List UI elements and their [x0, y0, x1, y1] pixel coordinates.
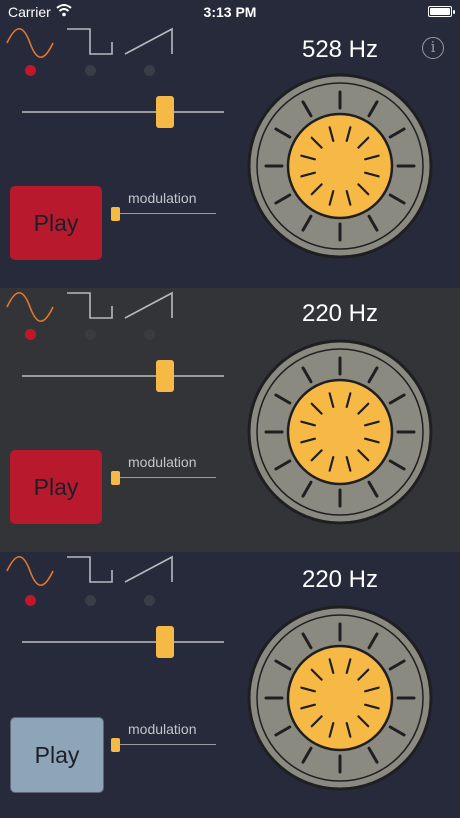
modulation-slider-track[interactable]	[112, 213, 216, 214]
frequency-slider-thumb[interactable]	[156, 626, 174, 658]
modulation-slider-thumb[interactable]	[111, 207, 120, 221]
square-select-dot[interactable]	[85, 65, 96, 76]
modulation-slider-track[interactable]	[112, 477, 216, 478]
frequency-slider-thumb[interactable]	[156, 96, 174, 128]
frequency-slider-track[interactable]	[22, 111, 224, 113]
modulation-slider-thumb[interactable]	[111, 471, 120, 485]
frequency-readout: 528 Hz	[301, 36, 379, 63]
status-bar: Carrier 3:13 PM	[0, 0, 460, 24]
frequency-knob[interactable]	[246, 338, 434, 531]
modulation-label: modulation	[128, 454, 197, 470]
sawtooth-select-dot[interactable]	[144, 329, 155, 340]
sine-wave-icon[interactable]	[6, 291, 54, 323]
frequency-slider-track[interactable]	[22, 641, 224, 643]
modulation-slider-thumb[interactable]	[111, 738, 120, 752]
square-select-dot[interactable]	[85, 329, 96, 340]
square-wave-icon[interactable]	[67, 556, 113, 583]
modulation-label: modulation	[128, 721, 197, 737]
battery-icon	[428, 6, 455, 17]
oscillator-panel-3: Play modulation 220 Hz	[0, 552, 460, 818]
play-button[interactable]: Play	[10, 450, 102, 524]
sine-wave-icon[interactable]	[6, 27, 54, 59]
frequency-slider-track[interactable]	[22, 375, 224, 377]
clock: 3:13 PM	[203, 4, 257, 20]
sine-select-dot[interactable]	[25, 65, 36, 76]
oscillator-panel-1: Play modulation 528 Hz i	[0, 24, 460, 288]
sawtooth-select-dot[interactable]	[144, 65, 155, 76]
sawtooth-select-dot[interactable]	[144, 595, 155, 606]
sawtooth-wave-icon[interactable]	[124, 27, 173, 55]
info-icon[interactable]: i	[422, 37, 444, 59]
square-wave-icon[interactable]	[67, 292, 113, 319]
modulation-slider-track[interactable]	[112, 744, 216, 745]
sawtooth-wave-icon[interactable]	[124, 555, 173, 583]
frequency-slider-thumb[interactable]	[156, 360, 174, 392]
square-wave-icon[interactable]	[67, 28, 113, 55]
waveform-selector	[6, 290, 176, 329]
sawtooth-wave-icon[interactable]	[124, 291, 173, 319]
sine-select-dot[interactable]	[25, 595, 36, 606]
sine-wave-icon[interactable]	[6, 555, 54, 587]
frequency-readout: 220 Hz	[301, 566, 379, 593]
waveform-selector	[6, 26, 176, 65]
frequency-knob[interactable]	[246, 604, 434, 797]
modulation-label: modulation	[128, 190, 197, 206]
oscillator-panel-2: Play modulation 220 Hz	[0, 288, 460, 552]
waveform-selector	[6, 554, 176, 593]
frequency-knob[interactable]	[246, 72, 434, 265]
play-button[interactable]: Play	[10, 186, 102, 260]
play-button[interactable]: Play	[10, 717, 104, 793]
frequency-readout: 220 Hz	[301, 300, 379, 327]
square-select-dot[interactable]	[85, 595, 96, 606]
sine-select-dot[interactable]	[25, 329, 36, 340]
